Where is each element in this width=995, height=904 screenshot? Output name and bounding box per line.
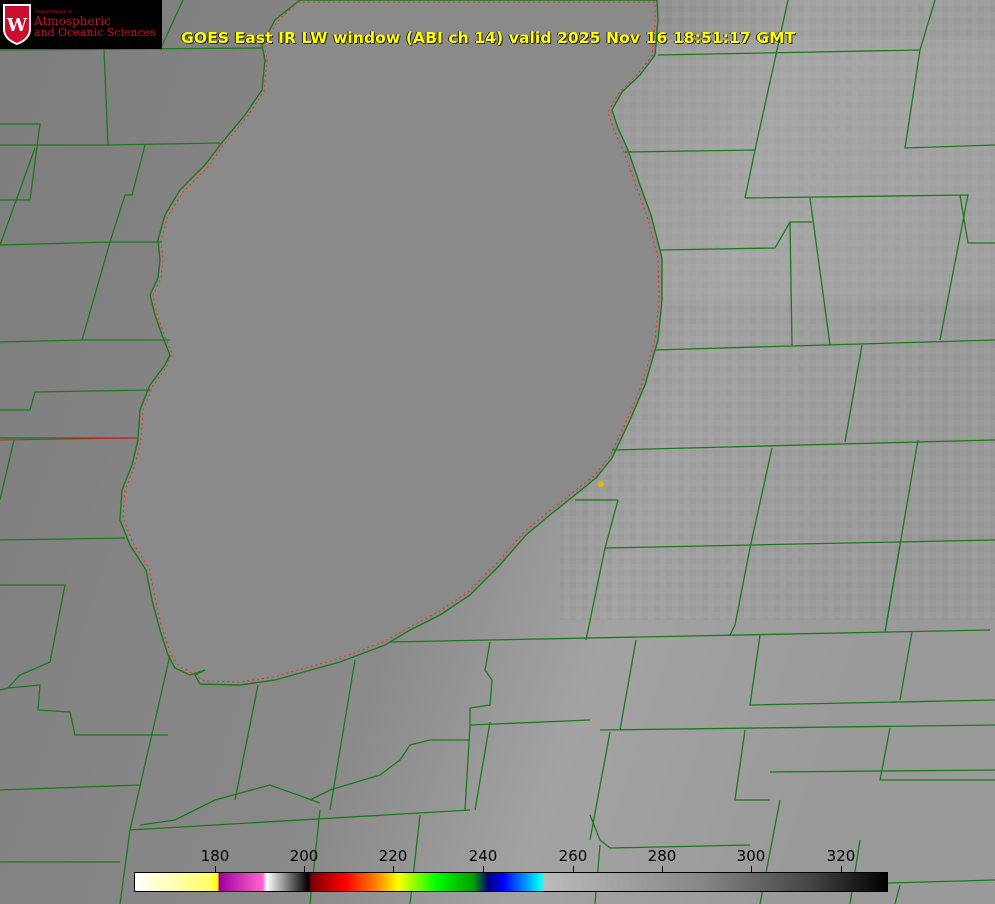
ir-satellite-map (0, 0, 995, 904)
colorbar-tick-label: 320 (826, 847, 856, 865)
colorbar-tick-mark (483, 866, 484, 872)
colorbar-tick-label: 260 (558, 847, 588, 865)
location-marker (598, 481, 604, 487)
colorbar-tick-label: 200 (289, 847, 319, 865)
image-title: GOES East IR LW window (ABI ch 14) valid… (181, 29, 796, 47)
colorbar-tick-mark (573, 866, 574, 872)
colorbar-tick-mark (841, 866, 842, 872)
colorbar-tick-mark (393, 866, 394, 872)
colorbar-tick-mark (215, 866, 216, 872)
colorbar-tick-mark (304, 866, 305, 872)
logo-line2: and Oceanic Sciences (34, 26, 156, 39)
colorbar-tick-mark (662, 866, 663, 872)
colorbar-tick-label: 240 (468, 847, 498, 865)
seal-letter: W (6, 15, 28, 36)
colorbar-tick-label: 220 (378, 847, 408, 865)
colorbar-tick-label: 280 (647, 847, 677, 865)
colorbar-tick-mark (751, 866, 752, 872)
colorbar-tick-label: 300 (736, 847, 766, 865)
uw-seal-icon: W (3, 4, 31, 45)
uw-aos-logo: W Department of Atmospheric and Oceanic … (0, 0, 162, 49)
colorbar-tick-label: 180 (200, 847, 230, 865)
temperature-colorbar (134, 872, 888, 892)
